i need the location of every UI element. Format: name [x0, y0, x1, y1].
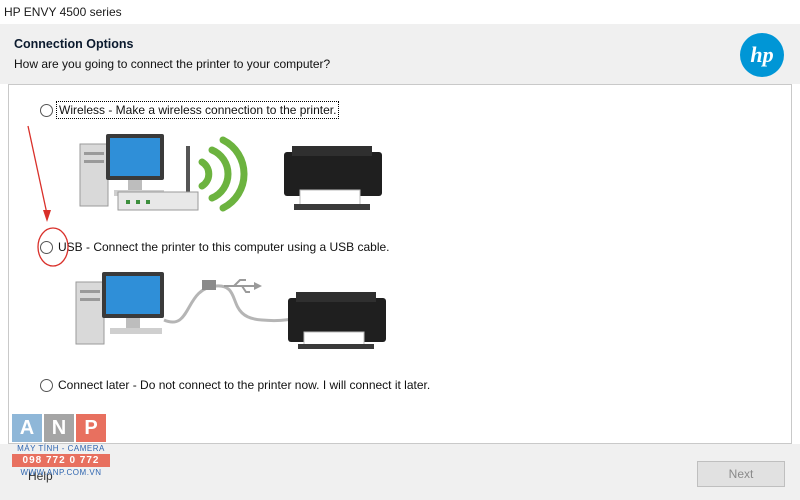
option-connect-later-label[interactable]: Connect later - Do not connect to the pr… [56, 377, 432, 393]
usb-cable-icon [163, 279, 297, 324]
page-title: Connection Options [14, 37, 134, 51]
page-subtitle: How are you going to connect the printer… [14, 57, 331, 71]
wireless-illustration [79, 134, 382, 212]
watermark-letters: A N P [12, 414, 110, 442]
hp-logo-text: hp [750, 42, 774, 67]
option-connect-later[interactable]: Connect later - Do not connect to the pr… [40, 377, 432, 393]
watermark-letter-p: P [76, 414, 106, 442]
radio-wireless[interactable] [40, 103, 53, 117]
page-header: Connection Options How are you going to … [0, 24, 800, 84]
watermark-tagline: MÁY TÍNH - CAMERA [17, 444, 105, 453]
option-usb-label[interactable]: USB - Connect the printer to this comput… [56, 239, 392, 255]
watermark-letter-n: N [44, 414, 74, 442]
window-title: HP ENVY 4500 series [4, 5, 122, 19]
watermark-letter-a: A [12, 414, 42, 442]
computer-icon [75, 272, 164, 345]
next-button[interactable]: Next [697, 461, 785, 487]
anp-watermark: A N P MÁY TÍNH - CAMERA 098 772 0 772 WW… [12, 414, 110, 492]
window-titlebar: HP ENVY 4500 series [0, 0, 800, 24]
watermark-phone: 098 772 0 772 [12, 454, 110, 467]
printer-icon [288, 292, 386, 349]
printer-icon [284, 146, 382, 210]
usb-illustration [75, 272, 386, 349]
watermark-url: WWW.ANP.COM.VN [20, 468, 102, 477]
wifi-signal-icon [198, 136, 248, 212]
option-wireless[interactable]: Wireless - Make a wireless connection to… [40, 101, 340, 119]
radio-connect-later[interactable] [40, 378, 53, 392]
option-usb[interactable]: USB - Connect the printer to this comput… [40, 239, 392, 255]
hp-logo: hp [740, 33, 784, 77]
footer-bar: Help Next [0, 444, 800, 500]
annotation-arrow [27, 125, 69, 267]
option-wireless-label[interactable]: Wireless - Make a wireless connection to… [56, 101, 340, 119]
